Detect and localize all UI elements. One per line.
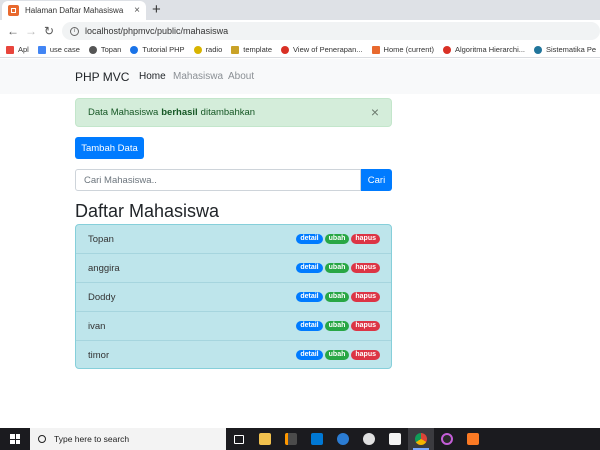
hapus-badge[interactable]: hapus bbox=[351, 234, 380, 244]
file-explorer-icon[interactable] bbox=[252, 428, 278, 450]
ubah-badge[interactable]: ubah bbox=[324, 292, 350, 302]
globe-icon bbox=[88, 45, 97, 54]
app-icon[interactable] bbox=[356, 428, 382, 450]
bookmark-tutorial-php[interactable]: Tutorial PHP bbox=[130, 45, 185, 54]
bookmark-template[interactable]: template bbox=[231, 45, 272, 54]
list-item: Topan detail ubah hapus bbox=[76, 225, 391, 254]
vscode-icon[interactable] bbox=[304, 428, 330, 450]
student-name: Doddy bbox=[88, 291, 116, 303]
tab-title: Halaman Daftar Mahasiswa bbox=[25, 6, 124, 15]
hapus-badge[interactable]: hapus bbox=[351, 292, 380, 302]
store-icon[interactable] bbox=[382, 428, 408, 450]
back-arrow-icon[interactable]: ← bbox=[4, 24, 22, 38]
bookmarks-bar: Apl use case Topan Tutorial PHP radio te… bbox=[0, 42, 600, 58]
site-icon bbox=[371, 45, 380, 54]
reload-icon[interactable]: ↻ bbox=[40, 24, 58, 38]
windows-logo-icon bbox=[10, 434, 20, 444]
student-name: anggira bbox=[88, 262, 120, 274]
student-list: Topan detail ubah hapus anggira detail u… bbox=[75, 224, 392, 369]
bookmark-use-case[interactable]: use case bbox=[37, 45, 80, 54]
windows-taskbar: Type here to search bbox=[0, 428, 600, 450]
page-title: Daftar Mahasiswa bbox=[75, 201, 220, 221]
doc-icon bbox=[37, 45, 46, 54]
ubah-badge[interactable]: ubah bbox=[324, 321, 350, 331]
start-button[interactable] bbox=[0, 428, 30, 450]
wordpress-icon bbox=[534, 45, 542, 54]
apps-grid-icon bbox=[6, 45, 14, 54]
list-item: ivan detail ubah hapus bbox=[76, 312, 391, 341]
action-badges: detail ubah hapus bbox=[296, 350, 380, 360]
list-item: anggira detail ubah hapus bbox=[76, 254, 391, 283]
site-icon bbox=[130, 45, 139, 54]
detail-badge[interactable]: detail bbox=[296, 292, 323, 302]
site-icon bbox=[442, 45, 451, 54]
forward-arrow-icon[interactable]: → bbox=[22, 24, 40, 38]
bookmark-apl[interactable]: Apl bbox=[6, 45, 29, 54]
bookmark-sistematika[interactable]: Sistematika Pe bbox=[534, 45, 596, 54]
browser-tab-strip: Halaman Daftar Mahasiswa × + bbox=[0, 0, 600, 20]
template-icon bbox=[231, 45, 240, 54]
radio-icon bbox=[193, 45, 202, 54]
bookmark-algoritma[interactable]: Algoritma Hierarchi... bbox=[442, 45, 525, 54]
action-badges: detail ubah hapus bbox=[296, 234, 380, 244]
url-field[interactable]: i localhost/phpmvc/public/mahasiswa bbox=[62, 22, 600, 40]
tambah-data-button[interactable]: Tambah Data bbox=[75, 137, 144, 159]
nav-about[interactable]: About bbox=[228, 71, 254, 82]
action-badges: detail ubah hapus bbox=[296, 292, 380, 302]
detail-badge[interactable]: detail bbox=[296, 263, 323, 273]
search-form: Cari bbox=[75, 169, 392, 191]
site-icon bbox=[281, 45, 290, 54]
hapus-badge[interactable]: hapus bbox=[351, 350, 380, 360]
hapus-badge[interactable]: hapus bbox=[351, 263, 380, 273]
taskbar-search-text: Type here to search bbox=[54, 434, 130, 444]
tab-close-button[interactable]: × bbox=[134, 5, 140, 16]
bookmark-topan[interactable]: Topan bbox=[88, 45, 121, 54]
search-button[interactable]: Cari bbox=[361, 169, 392, 191]
action-badges: detail ubah hapus bbox=[296, 321, 380, 331]
ubah-badge[interactable]: ubah bbox=[324, 234, 350, 244]
student-name: ivan bbox=[88, 320, 106, 332]
search-icon bbox=[38, 435, 46, 443]
search-input[interactable] bbox=[75, 169, 361, 191]
detail-badge[interactable]: detail bbox=[296, 234, 323, 244]
chrome-icon[interactable] bbox=[408, 428, 434, 450]
hapus-badge[interactable]: hapus bbox=[351, 321, 380, 331]
nav-home[interactable]: Home bbox=[139, 71, 166, 82]
ubah-badge[interactable]: ubah bbox=[324, 350, 350, 360]
navbar-brand[interactable]: PHP MVC bbox=[75, 70, 129, 84]
alert-text-suffix: ditambahkan bbox=[200, 107, 256, 118]
page-navbar: PHP MVC Home Mahasiswa About bbox=[0, 59, 600, 94]
media-player-icon[interactable] bbox=[434, 428, 460, 450]
taskbar-search[interactable]: Type here to search bbox=[30, 428, 226, 450]
alert-text-prefix: Data Mahasiswa bbox=[88, 107, 159, 118]
list-item: timor detail ubah hapus bbox=[76, 341, 391, 368]
sublime-text-icon[interactable] bbox=[278, 428, 304, 450]
address-bar-row: ← → ↻ i localhost/phpmvc/public/mahasisw… bbox=[0, 20, 600, 42]
alert-text-bold: berhasil bbox=[161, 107, 198, 118]
list-item: Doddy detail ubah hapus bbox=[76, 283, 391, 312]
alert-close-button[interactable]: × bbox=[371, 105, 379, 119]
student-name: timor bbox=[88, 350, 110, 361]
student-name: Topan bbox=[88, 233, 114, 245]
ubah-badge[interactable]: ubah bbox=[324, 263, 350, 273]
xampp-icon[interactable] bbox=[460, 428, 486, 450]
bookmark-radio[interactable]: radio bbox=[193, 45, 222, 54]
action-badges: detail ubah hapus bbox=[296, 263, 380, 273]
bookmark-home-current[interactable]: Home (current) bbox=[371, 45, 434, 54]
nav-mahasiswa[interactable]: Mahasiswa bbox=[173, 71, 223, 82]
url-text: localhost/phpmvc/public/mahasiswa bbox=[85, 26, 229, 36]
new-tab-button[interactable]: + bbox=[152, 1, 161, 19]
detail-badge[interactable]: detail bbox=[296, 350, 323, 360]
bookmark-view-of-penerapan[interactable]: View of Penerapan... bbox=[281, 45, 363, 54]
success-alert: Data Mahasiswa berhasil ditambahkan × bbox=[75, 98, 392, 127]
browser-tab[interactable]: Halaman Daftar Mahasiswa × bbox=[2, 1, 146, 20]
detail-badge[interactable]: detail bbox=[296, 321, 323, 331]
edge-icon[interactable] bbox=[330, 428, 356, 450]
info-icon[interactable]: i bbox=[70, 26, 79, 36]
task-view-icon[interactable] bbox=[226, 428, 252, 450]
xampp-favicon-icon bbox=[8, 5, 19, 16]
